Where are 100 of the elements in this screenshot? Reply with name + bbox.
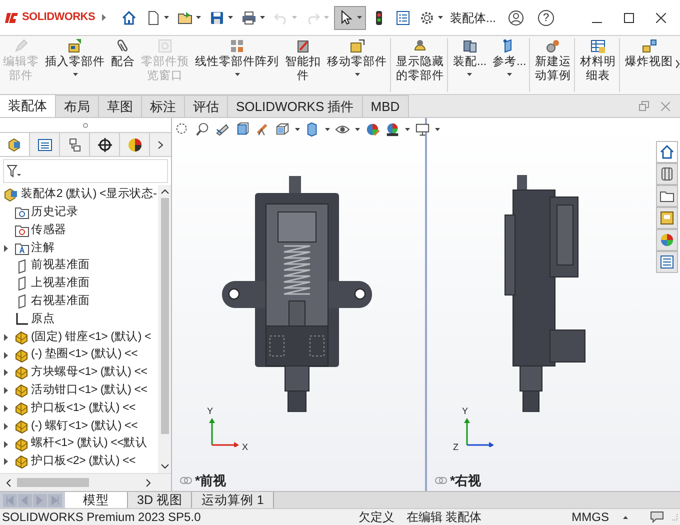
annotation-folder-icon (14, 240, 29, 256)
zoom-area-icon[interactable] (195, 122, 210, 137)
scroll-left-icon[interactable] (6, 478, 11, 486)
task-pane-tab[interactable] (656, 163, 678, 185)
scene-icon[interactable] (385, 122, 400, 137)
configuration-icon (66, 136, 82, 152)
expand-arrow-icon[interactable] (4, 458, 8, 466)
expand-arrow-icon[interactable] (4, 244, 8, 252)
motion-study-icon (545, 38, 562, 54)
close-icon[interactable] (656, 12, 666, 22)
scrollbar-thumb[interactable] (160, 198, 168, 434)
expand-arrow-icon[interactable] (4, 369, 8, 376)
ribbon-button[interactable]: 显示隐藏 的零部件 (390, 38, 447, 92)
chevron-right-icon[interactable] (158, 140, 163, 148)
task-pane-tab[interactable] (656, 207, 678, 229)
move-part-icon (349, 38, 365, 54)
expand-arrow-icon[interactable] (102, 14, 106, 21)
task-pane-tab[interactable] (656, 185, 678, 207)
ribbon-tab[interactable]: 装配体 (0, 94, 56, 117)
tree-item[interactable]: 传感器 (0, 222, 158, 240)
ribbon-tab[interactable]: 评估 (185, 95, 228, 117)
scroll-right-icon[interactable] (146, 478, 151, 486)
tree-item[interactable]: 护口板<1> (默认) << (0, 400, 158, 418)
edit-appearance-icon[interactable] (365, 122, 380, 137)
appearance-ball-icon (659, 232, 675, 248)
product-version: SOLIDWORKS Premium 2023 SP5.0 (1, 509, 201, 525)
ribbon-button[interactable]: 新建运 动算例 (529, 38, 574, 92)
tree-item[interactable]: 原点 (0, 310, 158, 328)
monitor-icon[interactable] (415, 122, 430, 137)
user-icon[interactable] (508, 10, 524, 26)
tree-item[interactable]: 活动钳口<1> (默认) << (0, 382, 158, 400)
caret-icon (506, 73, 512, 76)
ribbon-button[interactable]: 插入零部件 (42, 38, 108, 92)
tree-item[interactable]: (-) 垫圈<1> (默认) << (0, 346, 158, 364)
part-icon (14, 400, 29, 416)
part-icon (14, 454, 29, 470)
scroll-up-icon[interactable] (160, 189, 168, 194)
list-icon (395, 10, 411, 26)
ribbon-tab[interactable]: MBD (362, 95, 409, 117)
units-button[interactable]: MMGS (572, 508, 609, 525)
scrollbar-thumb[interactable] (17, 478, 89, 487)
expand-arrow-icon[interactable] (4, 352, 8, 359)
caret-icon (72, 73, 78, 76)
caret-icon (295, 128, 300, 131)
task-pane-tab[interactable] (656, 229, 678, 251)
task-pane-tab[interactable] (656, 141, 678, 163)
caret-up-icon[interactable] (623, 516, 628, 518)
tree-item[interactable]: 前视基准面 (0, 257, 158, 275)
tree-item[interactable]: 右视基准面 (0, 292, 158, 311)
home-icon (121, 10, 137, 26)
tree-item[interactable]: 上视基准面 (0, 274, 158, 293)
axis-triad-icon (208, 417, 240, 447)
tree-item[interactable]: 注解 (0, 239, 158, 258)
ribbon-button[interactable]: 材料明 细表 (574, 38, 620, 92)
ribbon-button[interactable]: 参考... (490, 38, 530, 92)
axis-label: Y (207, 405, 214, 418)
ribbon-button[interactable]: 线性零部件阵列 (192, 38, 282, 92)
expand-arrow-icon[interactable] (4, 422, 8, 430)
bottom-tab[interactable]: 模型 (65, 492, 128, 508)
ribbon-button[interactable]: 装配... (447, 38, 490, 92)
pencil-part-icon (13, 38, 29, 54)
ribbon-button[interactable]: 配合 (108, 38, 138, 92)
maximize-icon[interactable] (624, 12, 634, 22)
ribbon-button[interactable]: 爆炸视图 (619, 38, 676, 92)
tree-item[interactable]: (固定) 钳座<1> (默认) < (0, 328, 158, 346)
expand-arrow-icon[interactable] (4, 404, 8, 412)
ribbon-button[interactable]: 移动零部件 (324, 38, 390, 92)
task-pane-tab[interactable] (656, 251, 678, 273)
bottom-tab[interactable]: 3D 视图 (128, 492, 192, 508)
expand-arrow-icon[interactable] (4, 334, 8, 341)
ribbon-tab[interactable]: SOLIDWORKS 插件 (228, 95, 363, 117)
part-icon (14, 348, 29, 363)
ribbon-tab[interactable]: 草图 (99, 95, 142, 117)
view-orientation-icon[interactable] (275, 122, 290, 137)
caret-icon (325, 128, 330, 131)
ribbon-tab[interactable]: 标注 (142, 95, 185, 117)
caret-icon (292, 16, 297, 19)
section-view-icon[interactable] (235, 122, 250, 137)
tree-item[interactable]: 历史记录 (0, 204, 158, 222)
view-label: *前视 (195, 472, 226, 490)
crosshair-icon (96, 136, 112, 152)
select-button[interactable] (334, 6, 366, 30)
tree-item[interactable]: 螺杆<1> (默认) <<默认 (0, 435, 158, 453)
filter-icon[interactable] (7, 164, 21, 178)
sensor-folder-icon (14, 222, 29, 238)
expand-arrow-icon[interactable] (4, 440, 8, 448)
expand-arrow-icon[interactable] (4, 387, 8, 394)
tree-item[interactable]: (-) 螺钉<1> (默认) << (0, 417, 158, 436)
chat-bubble-icon[interactable] (650, 511, 664, 523)
help-button[interactable]: ? (538, 10, 554, 26)
tree-item[interactable]: 护口板<2> (默认) << (0, 452, 158, 471)
properties-list-icon (659, 254, 675, 270)
scroll-down-icon[interactable] (160, 464, 168, 469)
tree-item[interactable]: 方块螺母<1> (默认) << (0, 364, 158, 382)
tree-item[interactable]: 装配体2 (默认) <显示状态- (0, 186, 158, 204)
ribbon-tab[interactable]: 布局 (56, 95, 99, 117)
settings-icon (419, 10, 435, 26)
bottom-tab[interactable]: 运动算例 1 (192, 492, 274, 508)
ribbon-button[interactable]: 智能扣 件 (282, 38, 324, 92)
caret-icon (467, 73, 472, 76)
